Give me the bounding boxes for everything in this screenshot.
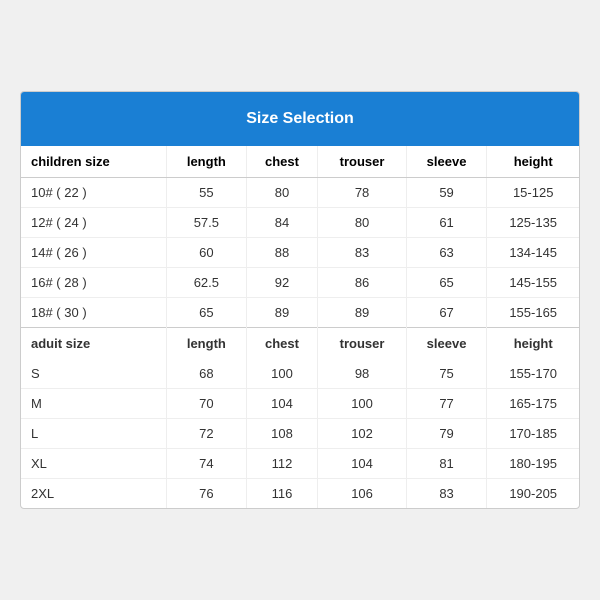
adult-section-header: aduit size length chest trouser sleeve h… (21, 328, 579, 360)
cell-chest: 112 (246, 449, 318, 479)
table-row: 18# ( 30 )65898967155-165 (21, 298, 579, 328)
cell-length: 74 (167, 449, 246, 479)
cell-sleeve: 79 (406, 419, 487, 449)
col-trouser-1: trouser (318, 146, 406, 178)
column-headers: children size length chest trouser sleev… (21, 146, 579, 178)
adult-rows: S681009875155-170M7010410077165-175L7210… (21, 359, 579, 508)
adult-section-row: aduit size length chest trouser sleeve h… (21, 328, 579, 360)
cell-length: 76 (167, 479, 246, 509)
cell-length: 65 (167, 298, 246, 328)
adult-col-chest: chest (246, 328, 318, 360)
cell-trouser: 106 (318, 479, 406, 509)
cell-size: 16# ( 28 ) (21, 268, 167, 298)
table-row: XL7411210481180-195 (21, 449, 579, 479)
cell-trouser: 102 (318, 419, 406, 449)
cell-trouser: 86 (318, 268, 406, 298)
cell-chest: 88 (246, 238, 318, 268)
table-row: 14# ( 26 )60888363134-145 (21, 238, 579, 268)
table-row: 12# ( 24 )57.5848061125-135 (21, 208, 579, 238)
size-table: children size length chest trouser sleev… (21, 146, 579, 508)
col-chest-1: chest (246, 146, 318, 178)
cell-sleeve: 63 (406, 238, 487, 268)
children-rows: 10# ( 22 )5580785915-12512# ( 24 )57.584… (21, 178, 579, 328)
cell-size: 14# ( 26 ) (21, 238, 167, 268)
cell-chest: 89 (246, 298, 318, 328)
cell-trouser: 98 (318, 359, 406, 389)
cell-height: 134-145 (487, 238, 579, 268)
cell-size: XL (21, 449, 167, 479)
cell-height: 155-165 (487, 298, 579, 328)
cell-size: 2XL (21, 479, 167, 509)
cell-sleeve: 81 (406, 449, 487, 479)
cell-length: 72 (167, 419, 246, 449)
cell-sleeve: 65 (406, 268, 487, 298)
cell-trouser: 83 (318, 238, 406, 268)
cell-height: 180-195 (487, 449, 579, 479)
adult-col-trouser: trouser (318, 328, 406, 360)
col-height-1: height (487, 146, 579, 178)
cell-trouser: 78 (318, 178, 406, 208)
cell-chest: 116 (246, 479, 318, 509)
cell-chest: 108 (246, 419, 318, 449)
adult-col-length: length (167, 328, 246, 360)
cell-height: 165-175 (487, 389, 579, 419)
cell-size: M (21, 389, 167, 419)
table-header: Size Selection (21, 92, 579, 146)
cell-sleeve: 83 (406, 479, 487, 509)
cell-length: 68 (167, 359, 246, 389)
cell-height: 15-125 (487, 178, 579, 208)
col-length-1: length (167, 146, 246, 178)
cell-size: 12# ( 24 ) (21, 208, 167, 238)
cell-trouser: 89 (318, 298, 406, 328)
header-title: Size Selection (246, 110, 354, 127)
cell-size: 10# ( 22 ) (21, 178, 167, 208)
cell-chest: 80 (246, 178, 318, 208)
cell-sleeve: 77 (406, 389, 487, 419)
cell-size: L (21, 419, 167, 449)
adult-size-label: aduit size (21, 328, 167, 360)
cell-length: 70 (167, 389, 246, 419)
table-row: M7010410077165-175 (21, 389, 579, 419)
cell-height: 145-155 (487, 268, 579, 298)
cell-length: 55 (167, 178, 246, 208)
cell-length: 57.5 (167, 208, 246, 238)
adult-col-height: height (487, 328, 579, 360)
cell-chest: 92 (246, 268, 318, 298)
cell-size: S (21, 359, 167, 389)
cell-trouser: 80 (318, 208, 406, 238)
cell-height: 170-185 (487, 419, 579, 449)
cell-sleeve: 75 (406, 359, 487, 389)
cell-height: 190-205 (487, 479, 579, 509)
cell-height: 125-135 (487, 208, 579, 238)
table-row: L7210810279170-185 (21, 419, 579, 449)
cell-sleeve: 61 (406, 208, 487, 238)
table-row: 10# ( 22 )5580785915-125 (21, 178, 579, 208)
cell-sleeve: 67 (406, 298, 487, 328)
col-sleeve-1: sleeve (406, 146, 487, 178)
cell-trouser: 100 (318, 389, 406, 419)
table-row: 16# ( 28 )62.5928665145-155 (21, 268, 579, 298)
cell-size: 18# ( 30 ) (21, 298, 167, 328)
cell-sleeve: 59 (406, 178, 487, 208)
table-row: S681009875155-170 (21, 359, 579, 389)
size-selection-container: Size Selection children size length ches… (20, 91, 580, 509)
table-row: 2XL7611610683190-205 (21, 479, 579, 509)
cell-length: 60 (167, 238, 246, 268)
cell-chest: 84 (246, 208, 318, 238)
cell-chest: 104 (246, 389, 318, 419)
cell-height: 155-170 (487, 359, 579, 389)
cell-trouser: 104 (318, 449, 406, 479)
cell-chest: 100 (246, 359, 318, 389)
col-size-children: children size (21, 146, 167, 178)
adult-col-sleeve: sleeve (406, 328, 487, 360)
cell-length: 62.5 (167, 268, 246, 298)
